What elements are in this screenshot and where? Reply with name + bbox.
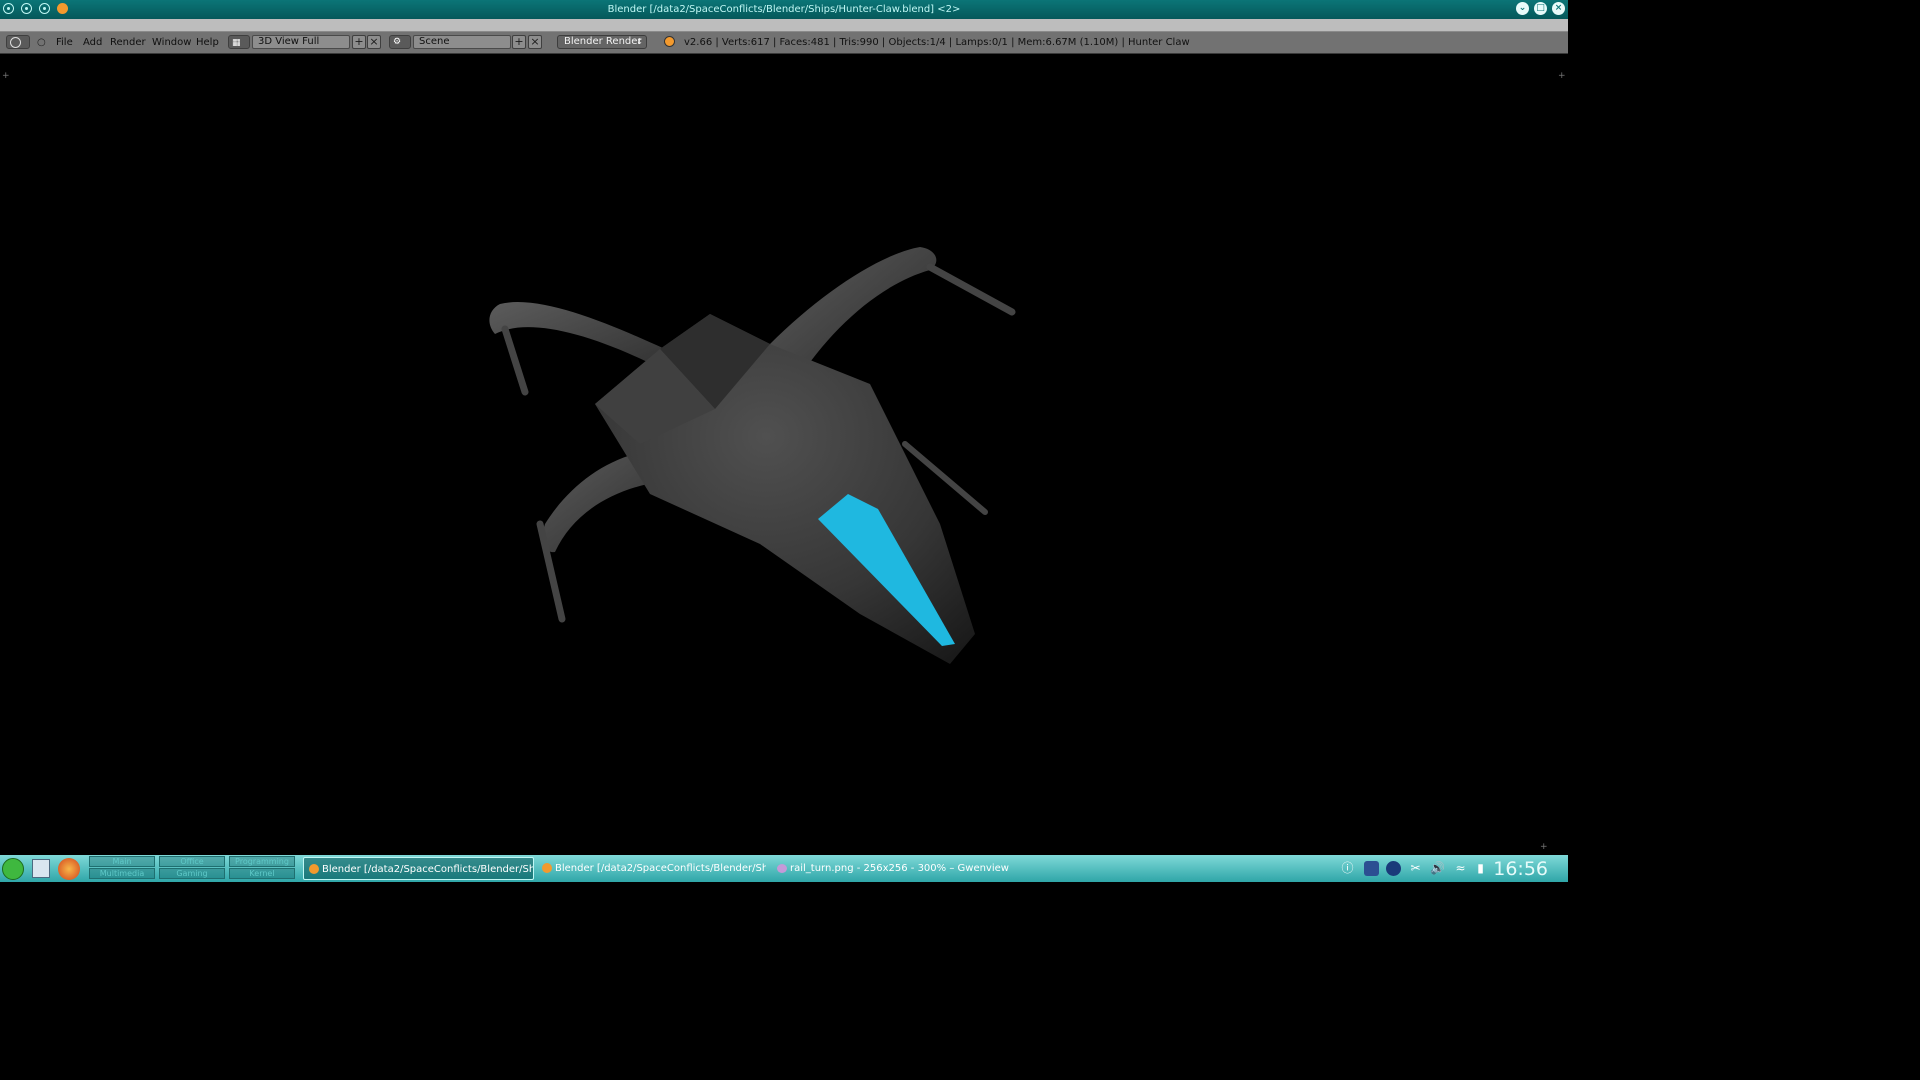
screen-layout-selector[interactable]: ▦: [228, 35, 250, 49]
render-engine-dropdown[interactable]: Blender Render ↕: [557, 35, 647, 49]
scissors-icon[interactable]: ✂: [1408, 861, 1423, 876]
scene-field[interactable]: Scene: [413, 35, 511, 49]
status-info: v2.66 | Verts:617 | Faces:481 | Tris:990…: [684, 37, 1190, 48]
scene-selector[interactable]: ⚙: [389, 35, 411, 49]
task-label: rail_turn.png - 256x256 - 300% – Gwenvie…: [790, 863, 1009, 874]
task-gwenview[interactable]: rail_turn.png - 256x256 - 300% – Gwenvie…: [772, 857, 1012, 880]
steam-icon[interactable]: [1386, 861, 1401, 876]
screen-layout-field[interactable]: 3D View Full: [252, 35, 350, 49]
pager-desktop-main[interactable]: Main: [89, 856, 155, 867]
info-icon: [10, 37, 21, 48]
header-separator: [0, 19, 1568, 32]
task-blender-1[interactable]: Blender [/data2/SpaceConflicts/Blender/S…: [303, 857, 534, 880]
task-label: Blender [/data2/SpaceConflicts/Blender/S…: [322, 864, 534, 875]
delete-scene-icon[interactable]: ×: [528, 35, 542, 49]
pager-desktop-kernel[interactable]: Kernel: [229, 868, 295, 879]
pager-desktop-office[interactable]: Office: [159, 856, 225, 867]
minimize-icon[interactable]: ⌄: [1516, 2, 1529, 15]
add-screen-icon[interactable]: +: [352, 35, 366, 49]
add-scene-icon[interactable]: +: [512, 35, 526, 49]
clock[interactable]: 16:56: [1493, 858, 1548, 880]
pager-desktop-gaming[interactable]: Gaming: [159, 868, 225, 879]
layout-grid-icon: ▦: [232, 38, 241, 48]
wifi-icon[interactable]: ≈: [1453, 861, 1468, 876]
taskbar: Main Office Programming Multimedia Gamin…: [0, 855, 1568, 882]
window-title: Blender [/data2/SpaceConflicts/Blender/S…: [607, 4, 961, 15]
menu-render[interactable]: Render: [110, 37, 146, 48]
network-manager-icon[interactable]: [1364, 861, 1379, 876]
battery-icon[interactable]: ▮: [1473, 861, 1488, 876]
info-header: ○ File Add Render Window Help ▦ 3D View …: [0, 32, 1568, 54]
scene-icon: ⚙: [393, 37, 402, 47]
menu-help[interactable]: Help: [196, 37, 219, 48]
task-blender-2[interactable]: Blender [/data2/SpaceConflicts/Blender/S…: [537, 857, 766, 880]
dropdown-arrows-icon: ↕: [636, 37, 643, 46]
file-manager-icon[interactable]: [32, 859, 50, 878]
editor-type-selector[interactable]: [6, 35, 30, 49]
3d-viewport[interactable]: + + +: [0, 54, 1568, 854]
app-menu-icon[interactable]: [2, 858, 24, 880]
menu-window[interactable]: Window: [152, 37, 191, 48]
pager-desktop-programming[interactable]: Programming: [229, 856, 295, 867]
render-engine-label: Blender Render: [564, 36, 642, 47]
maximize-icon[interactable]: □: [1534, 2, 1547, 15]
menu-add[interactable]: Add: [83, 37, 102, 48]
delete-screen-icon[interactable]: ×: [367, 35, 381, 49]
firefox-icon[interactable]: [58, 858, 80, 880]
gwenview-icon: [777, 864, 787, 873]
menu-file[interactable]: File: [56, 37, 73, 48]
collapse-menu-icon[interactable]: ○: [37, 37, 46, 48]
window-titlebar: Blender [/data2/SpaceConflicts/Blender/S…: [0, 0, 1568, 19]
close-icon[interactable]: ×: [1552, 2, 1565, 15]
blender-logo-icon: [664, 36, 675, 47]
blender-icon: [542, 863, 552, 873]
pager-desktop-multimedia[interactable]: Multimedia: [89, 868, 155, 879]
task-label: Blender [/data2/SpaceConflicts/Blender/S…: [555, 863, 766, 874]
blender-icon: [309, 864, 319, 874]
info-tray-icon[interactable]: ⓘ: [1340, 861, 1355, 876]
spaceship-model: [489, 247, 1016, 664]
volume-icon[interactable]: 🔊: [1430, 861, 1445, 876]
